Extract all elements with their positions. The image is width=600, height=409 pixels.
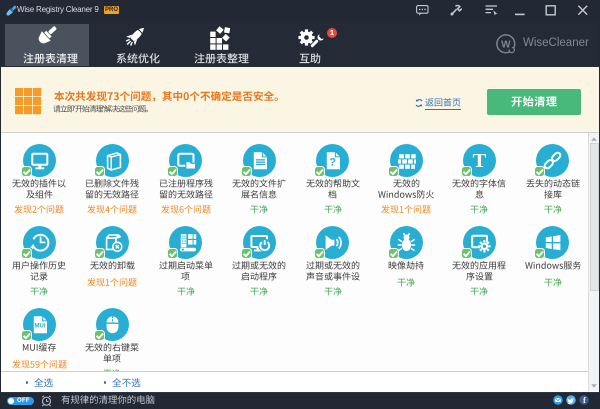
svg-text:f: f	[583, 396, 586, 405]
svg-text:MUI: MUI	[34, 323, 45, 329]
svg-text:W: W	[501, 39, 511, 50]
svg-text:T: T	[473, 150, 487, 172]
svg-text:?: ?	[329, 156, 336, 168]
